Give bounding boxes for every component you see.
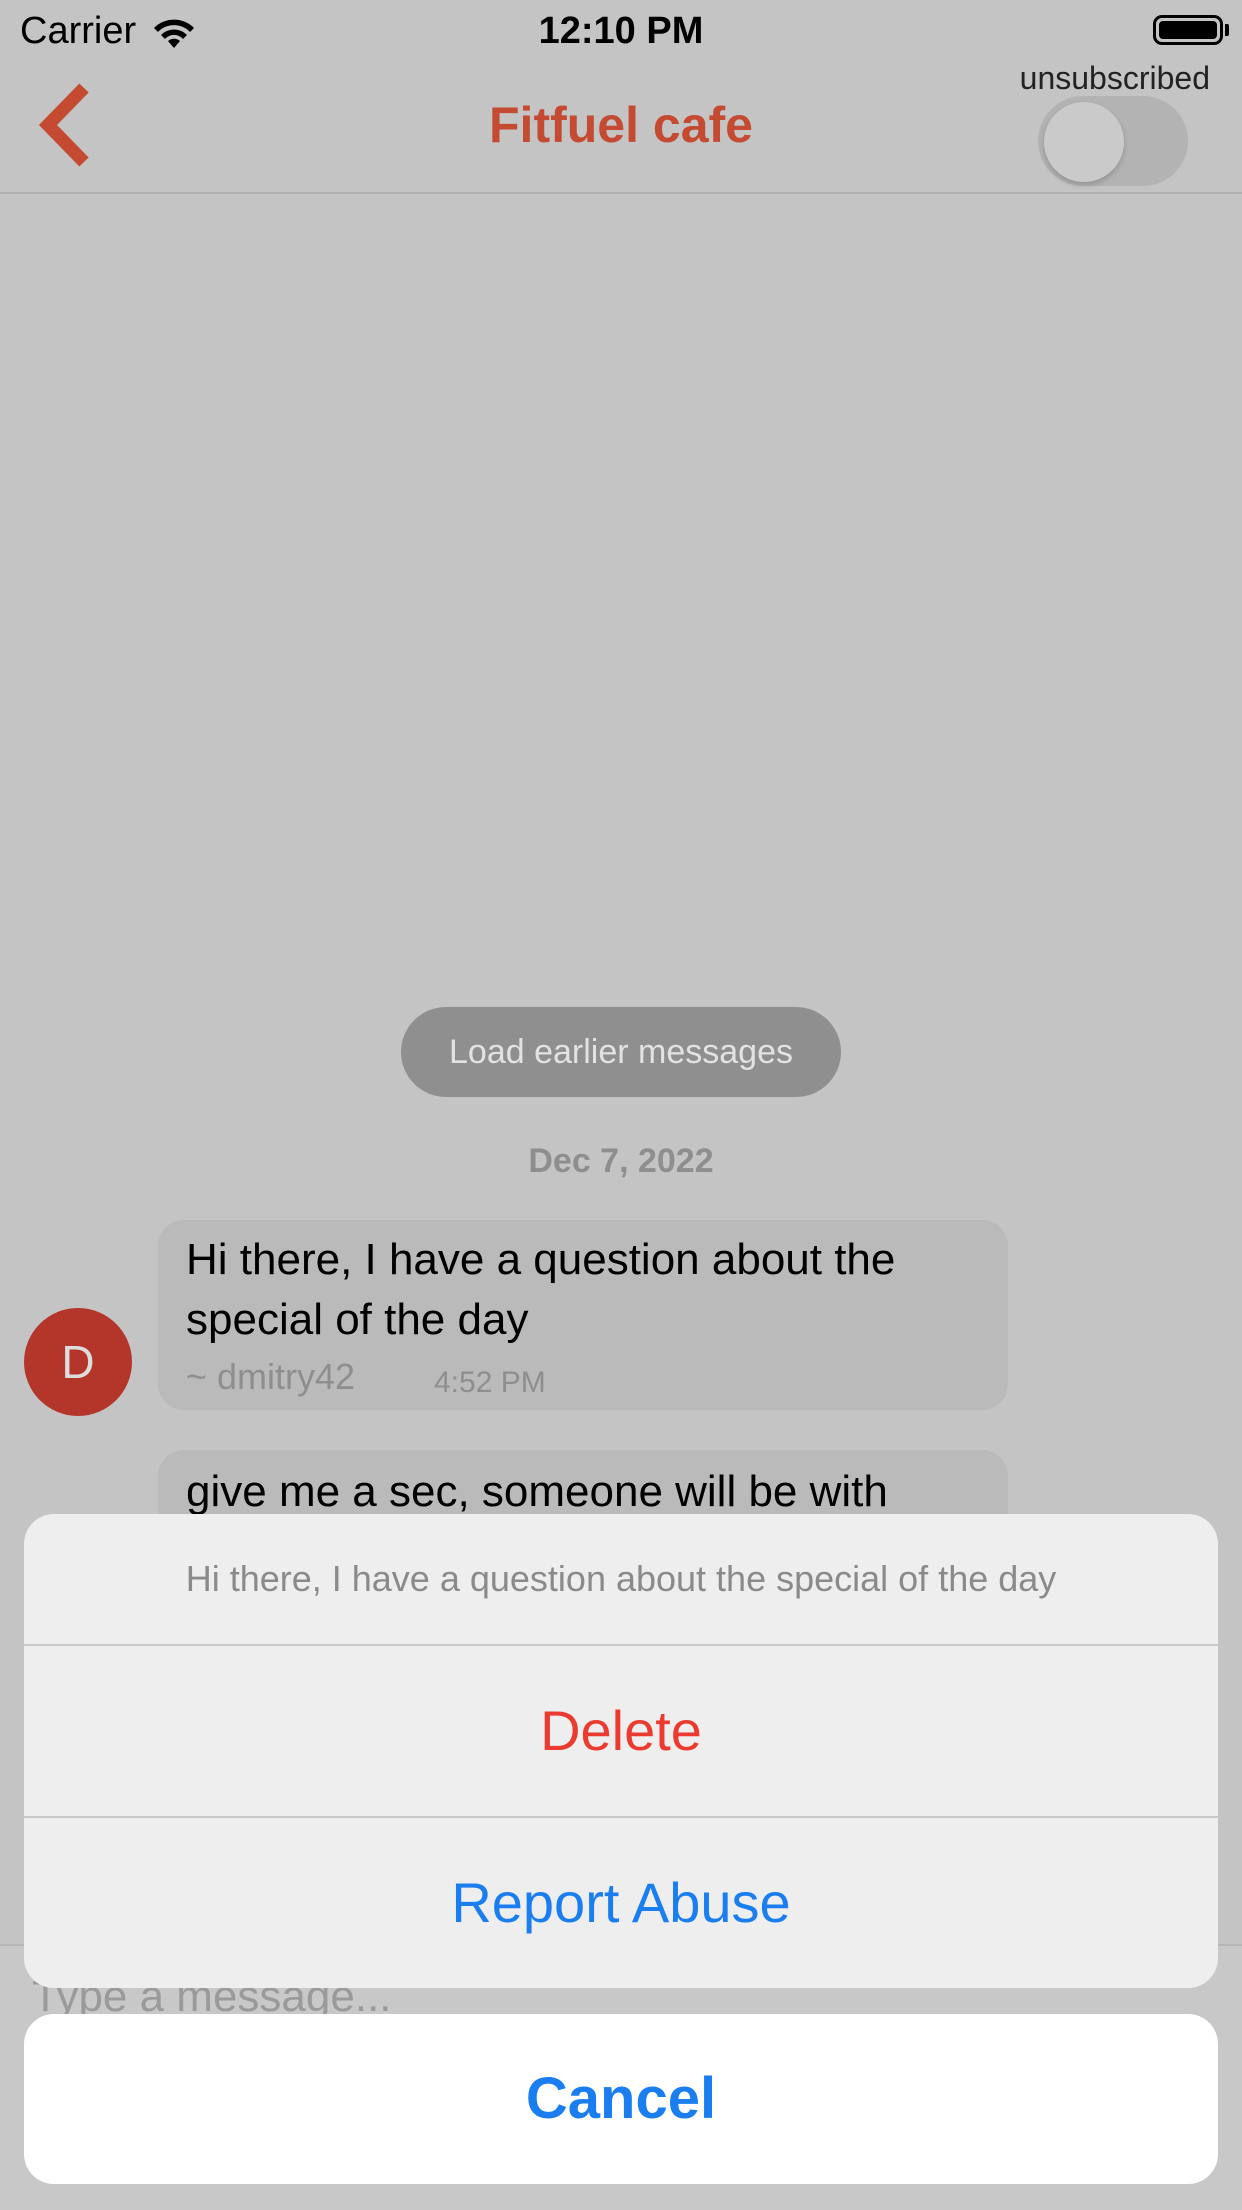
battery-tip [1225, 24, 1229, 36]
delete-button[interactable]: Delete [24, 1646, 1218, 1816]
action-sheet-message: Hi there, I have a question about the sp… [185, 1558, 1057, 1599]
date-separator: Dec 7, 2022 [528, 1142, 714, 1180]
message-text: Hi there, I have a question about the sp… [186, 1235, 896, 1344]
avatar[interactable]: D [24, 1308, 132, 1416]
status-time: 12:10 PM [538, 10, 704, 52]
cancel-button[interactable]: Cancel [24, 2014, 1218, 2184]
load-earlier-button[interactable]: Load earlier messages [401, 1007, 841, 1097]
report-abuse-button[interactable]: Report Abuse [24, 1818, 1218, 1988]
toggle-knob [1044, 102, 1124, 182]
message-username: ~ dmitry42 [186, 1356, 356, 1397]
message-text: give me a sec, someone will be with [186, 1467, 888, 1516]
battery-icon [1153, 15, 1223, 45]
subscription-label: unsubscribed [1019, 60, 1210, 96]
message-time: 4:52 PM [434, 1366, 546, 1399]
